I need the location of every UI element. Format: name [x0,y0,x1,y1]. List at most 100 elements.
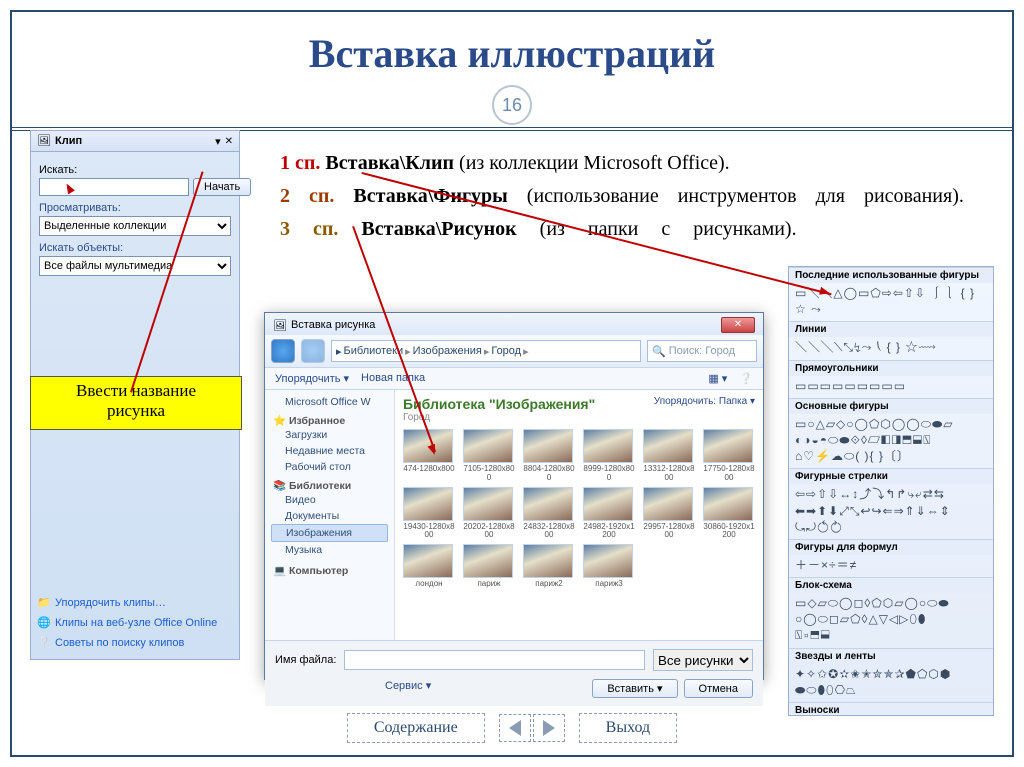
point-1-rest: (из коллекции Microsoft Office). [454,152,730,174]
office-online-link[interactable]: 🌐Клипы на веб-узле Office Online [37,613,233,633]
thumbnail-image [523,487,573,521]
shapes-formula-glyphs[interactable]: ＋－×÷＝≠ [789,555,993,577]
dialog-body: Microsoft Office W ⭐ Избранное Загрузки … [265,390,763,640]
thumbnail-label: 20202-1280x800 [463,523,515,541]
breadcrumb[interactable]: ▸ Библиотеки▸ Изображения▸ Город▸ [331,340,641,362]
new-folder-button[interactable]: Новая папка [361,372,425,385]
nav-images[interactable]: Изображения [271,524,388,542]
shapes-basic-glyphs[interactable]: ▭○△▱◇○◯⬠⬡◯◯⬭⬬▱◐◑◒◓⬭⬬⟐◊▱◧◨⬒⬓⍂⌂♡⚡☁⬭( ){ }〔… [789,414,993,469]
callout-line1: Ввести название [31,381,241,401]
organize-icon: 📁 [37,596,51,610]
bottom-nav: Содержание Выход [12,713,1012,743]
dropdown-icon[interactable]: ▾ [215,135,221,148]
contents-button[interactable]: Содержание [347,713,485,743]
file-thumbnail[interactable]: париж2 [523,544,575,589]
file-thumbnail[interactable]: 30860-1920x1200 [703,487,755,541]
next-button[interactable] [533,714,565,742]
sort-control[interactable]: Упорядочить: Папка ▾ [654,396,755,407]
file-thumbnail[interactable]: 24832-1280x800 [523,487,575,541]
file-thumbnail[interactable]: 7105-1280x800 [463,429,515,483]
clip-search-button[interactable]: Начать [193,178,251,196]
browse-label: Просматривать: [39,202,231,214]
file-thumbnail[interactable]: 8999-1280x800 [583,429,635,483]
point-1-num: 1 сп. [280,152,320,174]
dialog-title: Вставка рисунка [291,319,721,331]
help-icon: ❔ [37,636,51,650]
thumbnail-label: лондон [403,580,455,589]
objects-select[interactable]: Все файлы мультимедиа [39,256,231,276]
thumbnail-label: париж [463,580,515,589]
organize-menu[interactable]: Упорядочить ▾ [275,372,349,385]
shapes-sec-flow: Блок-схема [789,577,993,593]
back-button[interactable] [271,339,295,363]
search-icon: 🔍 [652,345,666,358]
thumbnail-image [403,544,453,578]
shapes-gallery-panel: Последние использованные фигуры ▭＼＼△◯▭⬠⇨… [788,266,994,716]
file-thumbnail[interactable]: 8804-1280x800 [523,429,575,483]
shapes-arrows-glyphs[interactable]: ⇦⇨⇧⇩↔↕⤴⤵↰↱⤷⤶⇄⇆⬅➡⬆⬇⤢⤡↩↪⇐⇒⇑⇓⇔⇕⤿⤾⥀⥁ [789,484,993,539]
dialog-close-icon[interactable]: ✕ [721,317,755,333]
clip-panel-title: Клип [55,135,211,147]
filetype-select[interactable]: Все рисунки [653,649,753,671]
forward-button[interactable] [301,339,325,363]
point-1-bold: Вставка\Клип [325,152,454,174]
close-icon[interactable]: ✕ [225,136,233,147]
nav-desktop[interactable]: Рабочий стол [271,459,388,475]
nav-msword[interactable]: Microsoft Office W [271,394,388,410]
shapes-lines-glyphs[interactable]: ＼＼╲⟍⤡↯⤳ ⎝ { } ☆⟿ [789,337,993,359]
shapes-stars-glyphs[interactable]: ✦✧✩✪✫✬✭✮✯✰⬟⬠⬡⬢⬬⬭⬮⬯⎔⏢ [789,664,993,702]
shapes-sec-lines: Линии [789,321,993,337]
dialog-titlebar: 🖼 Вставка рисунка ✕ [265,313,763,335]
nav-downloads[interactable]: Загрузки [271,427,388,443]
nav-music[interactable]: Музыка [271,542,388,558]
thumbnail-image [523,429,573,463]
insert-button[interactable]: Вставить ▾ [592,679,677,698]
nav-tree: Microsoft Office W ⭐ Избранное Загрузки … [265,390,395,640]
file-thumbnail[interactable]: 13312-1280x800 [643,429,695,483]
triangle-right-icon [543,720,555,736]
clip-icon: 🖼 [37,134,51,148]
nav-video[interactable]: Видео [271,492,388,508]
file-thumbnail[interactable]: 29957-1280x800 [643,487,695,541]
file-thumbnail[interactable]: 24982-1920x1200 [583,487,635,541]
service-menu[interactable]: Сервис ▾ [385,679,431,698]
file-area: Упорядочить: Папка ▾ Библиотека "Изображ… [395,390,763,640]
dialog-footer: Имя файла: Все рисунки [265,640,763,679]
file-thumbnail[interactable]: 20202-1280x800 [463,487,515,541]
thumbnail-image [703,429,753,463]
cancel-button[interactable]: Отмена [684,679,753,698]
nav-computer[interactable]: 💻 Компьютер [271,562,348,579]
dialog-search-input[interactable]: 🔍 Поиск: Город [647,340,757,362]
exit-button[interactable]: Выход [579,713,678,743]
prev-button[interactable] [499,714,531,742]
file-thumbnail[interactable]: лондон [403,544,455,589]
nav-docs[interactable]: Документы [271,508,388,524]
file-thumbnail[interactable]: париж [463,544,515,589]
dialog-toolbar: Упорядочить ▾ Новая папка ▦ ▾ ❔ [265,368,763,390]
point-2-num: 2 сп. [280,185,334,207]
clip-panel-body: Искать: Начать Просматривать: Выделенные… [31,152,239,282]
thumbnail-label: 30860-1920x1200 [703,523,755,541]
thumbnail-label: 17750-1280x800 [703,465,755,483]
help-icon[interactable]: ❔ [739,372,753,385]
view-icon[interactable]: ▦ ▾ [708,372,727,385]
file-thumbnail[interactable]: париж3 [583,544,635,589]
organize-clips-link[interactable]: 📁Упорядочить клипы… [37,593,233,613]
thumbnail-label: 13312-1280x800 [643,465,695,483]
shapes-flow-glyphs[interactable]: ▭◇▱⬭◯◻◊⬠⬡▱◯○⬭⬬○◯⬭◻▱⬠◊△▽◁▷⬯⬮⍂⌑⬒⬓ [789,593,993,648]
thumbnail-image [463,487,513,521]
search-tips-link[interactable]: ❔Советы по поиску клипов [37,633,233,653]
file-thumbnail[interactable]: 17750-1280x800 [703,429,755,483]
shapes-rects-glyphs[interactable]: ▭▭▭▭▭▭▭▭▭ [789,376,993,398]
dialog-nav: ▸ Библиотеки▸ Изображения▸ Город▸ 🔍 Поис… [265,335,763,368]
thumbnail-image [643,429,693,463]
dialog-buttons: Сервис ▾ Вставить ▾ Отмена [265,679,763,706]
nav-recent[interactable]: Недавние места [271,443,388,459]
browse-select[interactable]: Выделенные коллекции [39,216,231,236]
file-thumbnail[interactable]: 19430-1280x800 [403,487,455,541]
shapes-sec-recent: Последние использованные фигуры [789,267,993,283]
thumbnail-label: 474-1280x800 [403,465,455,474]
clip-search-input[interactable] [39,178,189,196]
thumbnail-label: париж3 [583,580,635,589]
filename-input[interactable] [344,650,645,670]
